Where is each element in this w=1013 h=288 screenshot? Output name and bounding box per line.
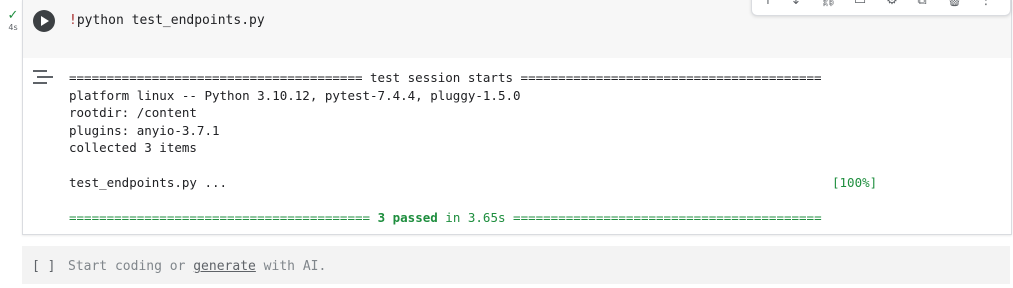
output-menu-icon[interactable] bbox=[33, 69, 53, 85]
summary-time: in 3.65s bbox=[437, 210, 514, 225]
plugins-line: plugins: anyio-3.7.1 bbox=[69, 122, 220, 138]
rootdir-line: rootdir: /content bbox=[69, 105, 197, 120]
execution-duration: 4s bbox=[8, 23, 18, 32]
cell-output: ======================================= … bbox=[23, 58, 1011, 234]
code-command: python test_endpoints.py bbox=[76, 13, 265, 28]
cell-placeholder[interactable]: Start coding or generate with AI. bbox=[68, 259, 326, 274]
comment-icon[interactable]: ▭ bbox=[852, 0, 868, 9]
test-file-line: test_endpoints.py ... bbox=[69, 175, 228, 190]
link-icon[interactable]: ⛓ bbox=[820, 0, 837, 9]
cell-toolbar: ↑ ↓ ⛓ ▭ ⚙ ⧉ 🗑 ⋮ bbox=[751, 0, 1011, 16]
passed-count: 3 passed bbox=[377, 210, 438, 225]
progress-percent: [100%] bbox=[832, 175, 878, 190]
open-in-tab-icon[interactable]: ⧉ bbox=[914, 0, 930, 9]
code-cell[interactable]: !python test_endpoints.py ↑ ↓ ⛓ ▭ ⚙ ⧉ 🗑 … bbox=[22, 0, 1012, 235]
success-check-icon: ✓ bbox=[7, 8, 19, 23]
run-cell-button[interactable] bbox=[33, 10, 55, 32]
move-down-icon[interactable]: ↓ bbox=[788, 0, 804, 9]
more-options-icon[interactable]: ⋮ bbox=[978, 0, 994, 9]
code-line[interactable]: !python test_endpoints.py bbox=[69, 13, 265, 28]
move-up-icon[interactable]: ↑ bbox=[760, 0, 776, 9]
summary-line: ========================================… bbox=[69, 210, 822, 225]
empty-code-cell[interactable]: [ ] Start coding or generate with AI. bbox=[22, 246, 1010, 284]
settings-gear-icon[interactable]: ⚙ bbox=[884, 0, 900, 9]
collected-line: collected 3 items bbox=[69, 140, 197, 155]
execution-count-brackets: [ ] bbox=[32, 259, 56, 274]
output-text: ======================================= … bbox=[69, 69, 877, 227]
generate-link[interactable]: generate bbox=[193, 259, 256, 274]
platform-line: platform linux -- Python 3.10.12, pytest… bbox=[69, 87, 521, 103]
shell-bang: ! bbox=[69, 13, 77, 28]
delete-icon[interactable]: 🗑 bbox=[946, 0, 963, 9]
session-header-line: ======================================= … bbox=[69, 70, 822, 85]
cell-execution-status: ✓ 4s bbox=[4, 8, 22, 32]
